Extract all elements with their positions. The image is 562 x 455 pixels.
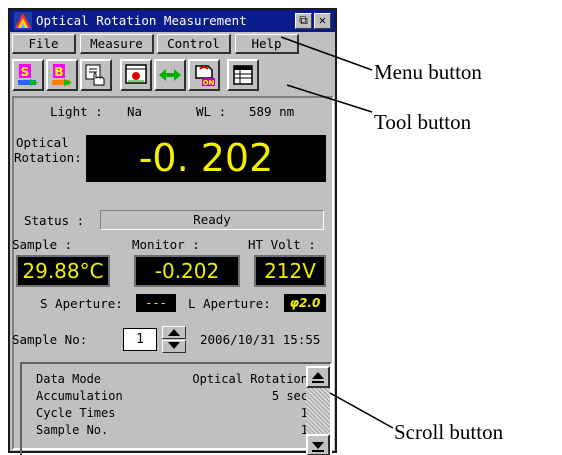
tool-button-callout: Tool button xyxy=(374,110,472,134)
menu-control[interactable]: Control xyxy=(157,34,231,54)
list-item-key: Cycle Times xyxy=(36,406,116,420)
scroll-up-icon xyxy=(312,372,324,383)
list-item-value: 5 sec xyxy=(271,389,308,403)
green-arrows-button[interactable] xyxy=(154,59,186,91)
s-block-icon: S xyxy=(18,64,38,86)
lamp-on-button[interactable]: ON xyxy=(188,59,220,91)
b-block-icon: B xyxy=(52,64,72,86)
sample-no-spinner xyxy=(162,326,186,353)
scroll-button-callout: Scroll button xyxy=(394,420,504,444)
datetime-text: 2006/10/31 15:55 xyxy=(200,332,321,347)
list-item-value: Optical Rotation xyxy=(192,372,308,386)
restore-icon: ⧉ xyxy=(299,13,308,27)
s-aperture-label: S Aperture: xyxy=(40,296,123,311)
scroll-down-icon xyxy=(312,442,324,452)
scroll-down-button[interactable] xyxy=(306,434,330,455)
light-label: Light : xyxy=(50,104,103,119)
wavelength-label: WL : xyxy=(196,104,227,119)
menu-measure[interactable]: Measure xyxy=(80,34,154,54)
monitor-record-icon xyxy=(125,64,147,84)
ht-volt-label: HT Volt : xyxy=(248,237,316,252)
list-item: Sample No. 1 xyxy=(36,423,308,439)
scrollbar[interactable] xyxy=(306,366,330,455)
parameter-list: Data Mode Optical Rotation Accumulation … xyxy=(20,362,332,455)
optical-rotation-label-line2: Rotation: xyxy=(14,150,82,165)
arrow-up-icon xyxy=(168,329,180,336)
light-value: Na xyxy=(127,104,143,119)
manual-button[interactable] xyxy=(80,59,112,91)
monitor-button[interactable] xyxy=(120,59,152,91)
scroll-callout-line xyxy=(329,392,394,429)
scroll-up-button[interactable] xyxy=(306,366,330,388)
restore-button[interactable]: ⧉ xyxy=(295,13,312,29)
b-block-button[interactable]: B xyxy=(46,59,78,91)
optical-rotation-window: Optical Rotation Measurement ⧉ ✕ File Me… xyxy=(8,8,337,455)
status-label: Status : xyxy=(24,213,85,228)
window-title: Optical Rotation Measurement xyxy=(36,13,247,28)
title-bar[interactable]: Optical Rotation Measurement ⧉ ✕ xyxy=(10,10,335,32)
l-aperture-label: L Aperture: xyxy=(188,296,271,311)
menu-file[interactable]: File xyxy=(12,34,76,54)
monitor-display: -0.202 xyxy=(134,255,240,287)
sample-no-label: Sample No: xyxy=(12,332,88,347)
sample-label: Sample : xyxy=(12,237,73,252)
lamp-on-glyph: ON xyxy=(203,79,215,87)
status-field: Ready xyxy=(100,210,324,230)
hand-pointer-icon xyxy=(85,64,105,86)
list-item: Data Mode Optical Rotation xyxy=(36,372,308,388)
s-aperture-display: --- xyxy=(136,294,176,312)
l-aperture-display: φ2.0 xyxy=(284,294,326,312)
arrow-down-icon xyxy=(168,342,180,349)
data-table-icon xyxy=(233,65,253,85)
lamp-on-icon: ON xyxy=(195,65,215,87)
sample-no-input[interactable]: 1 xyxy=(123,328,157,351)
spin-down-button[interactable] xyxy=(162,340,186,353)
close-button[interactable]: ✕ xyxy=(314,13,331,29)
s-block-button[interactable]: S xyxy=(12,59,44,91)
ht-volt-display: 212V xyxy=(254,255,326,287)
wavelength-value: 589 nm xyxy=(249,104,295,119)
app-icon xyxy=(14,12,32,30)
optical-rotation-display: -0. 202 xyxy=(86,135,326,182)
s-block-glyph: S xyxy=(21,65,30,79)
menu-button-callout: Menu button xyxy=(374,60,482,84)
list-item-key: Sample No. xyxy=(36,423,109,437)
sample-temp-display: 29.88°C xyxy=(16,255,110,287)
scroll-track[interactable] xyxy=(306,388,330,434)
data-table-button[interactable] xyxy=(227,59,259,91)
list-item-key: Data Mode xyxy=(36,372,102,386)
close-icon: ✕ xyxy=(318,13,327,27)
menu-bar: File Measure Control Help xyxy=(12,34,334,56)
optical-rotation-label-line1: Optical xyxy=(16,135,69,150)
list-item: Cycle Times 1 xyxy=(36,406,308,422)
list-item-key: Accumulation xyxy=(36,389,123,403)
green-arrows-icon xyxy=(159,69,181,81)
monitor-label: Monitor : xyxy=(132,237,200,252)
menu-help[interactable]: Help xyxy=(235,34,299,54)
list-item: Accumulation 5 sec xyxy=(36,389,308,405)
spin-up-button[interactable] xyxy=(162,326,186,339)
tool-bar: S B ON xyxy=(12,59,334,97)
b-block-glyph: B xyxy=(54,65,63,79)
